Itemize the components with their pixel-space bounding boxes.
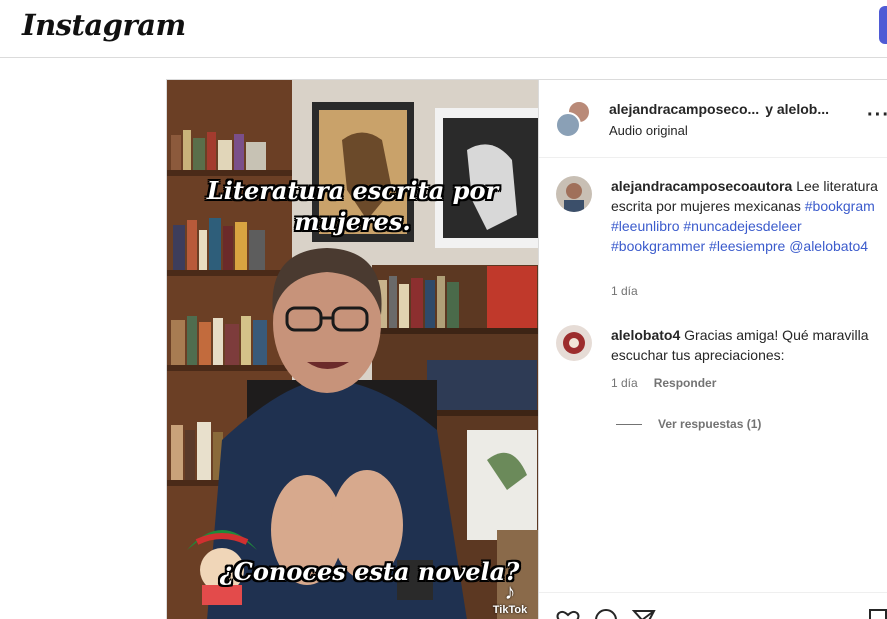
top-right-button[interactable] [879, 6, 887, 44]
avatar[interactable] [555, 112, 581, 138]
view-replies-button[interactable]: Ver respuestas (1) [616, 417, 761, 431]
comment-time[interactable]: 1 día [611, 284, 638, 298]
hashtag-link[interactable]: #bookgrammer [611, 238, 705, 254]
comment-text: alelobato4 Gracias amiga! Qué maravilla … [611, 325, 887, 365]
comment-username[interactable]: alejandracamposecoautora [611, 178, 792, 194]
tiktok-icon: ♪ [504, 579, 516, 604]
post-header: alejandracamposeco... y alelob... Audio o… [539, 80, 887, 158]
video-caption-line2: mujeres. [294, 207, 411, 236]
more-options-icon[interactable]: ··· [867, 104, 887, 127]
comment-meta: 1 día [611, 284, 638, 298]
divider-line [616, 424, 642, 426]
avatar[interactable] [556, 176, 592, 212]
mention-link[interactable]: @alelobato4 [789, 238, 868, 254]
post-side-panel: alejandracamposeco... y alelob... Audio o… [538, 80, 887, 619]
comment-icon[interactable] [593, 607, 619, 619]
post-dialog: Literatura escrita por mujeres. ¿Conoces… [166, 79, 887, 619]
reply-button[interactable]: Responder [654, 376, 717, 390]
view-replies-label: Ver respuestas (1) [658, 417, 762, 431]
post-video[interactable]: Literatura escrita por mujeres. ¿Conoces… [167, 80, 538, 619]
comment-text: alejandracamposecoautora Lee literatura … [611, 176, 887, 256]
comment-meta: 1 día Responder [611, 376, 716, 390]
audio-link[interactable]: Audio original [609, 123, 688, 138]
video-caption-line1: Literatura escrita por [206, 176, 499, 205]
hashtag-link[interactable]: #leeunlibro [611, 218, 680, 234]
hashtag-link[interactable]: #bookgram [805, 198, 875, 214]
header-usernames: alejandracamposeco... y alelob... [609, 101, 829, 117]
comment-time[interactable]: 1 día [611, 376, 638, 390]
bookmark-icon[interactable] [865, 607, 887, 619]
instagram-logo[interactable]: Instagram [22, 8, 186, 42]
header-user2-link[interactable]: y alelob... [765, 101, 829, 117]
tiktok-watermark: ♪ TikTok [487, 579, 533, 617]
tiktok-label: TikTok [492, 604, 528, 616]
video-frame [167, 80, 538, 619]
share-icon[interactable] [631, 607, 657, 619]
collab-avatars[interactable] [555, 100, 591, 138]
heart-icon[interactable] [555, 607, 581, 619]
avatar[interactable] [556, 325, 592, 361]
comment-username[interactable]: alelobato4 [611, 327, 680, 343]
header-user1-link[interactable]: alejandracamposeco... [609, 101, 759, 117]
action-bar [539, 592, 887, 619]
hashtag-link[interactable]: #leesiempre [709, 238, 785, 254]
top-bar: Instagram [0, 0, 887, 58]
hashtag-link[interactable]: #nuncadejesdeleer [683, 218, 801, 234]
